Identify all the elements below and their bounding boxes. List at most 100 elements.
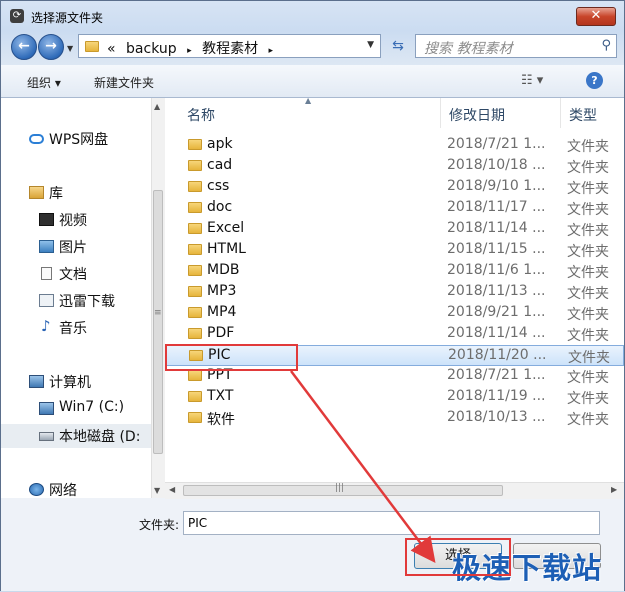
column-header-type[interactable]: 类型 — [561, 98, 624, 128]
library-icon — [29, 186, 44, 199]
file-row[interactable]: MP4 2018/9/21 1... 文件夹 — [165, 303, 624, 324]
file-row[interactable]: TXT 2018/11/19 ... 文件夹 — [165, 387, 624, 408]
file-row[interactable]: doc 2018/11/17 ... 文件夹 — [165, 198, 624, 219]
folder-icon — [188, 160, 202, 171]
breadcrumb-backup[interactable]: backup — [126, 41, 177, 57]
file-name: css — [207, 178, 230, 194]
scrollbar-thumb[interactable] — [153, 190, 163, 454]
file-modified-date: 2018/11/20 ... — [448, 347, 547, 363]
file-type: 文件夹 — [568, 350, 610, 366]
breadcrumb-overflow[interactable]: « — [107, 41, 116, 57]
column-header-name[interactable]: 名称 ▲ — [165, 96, 441, 128]
file-type: 文件夹 — [567, 286, 609, 302]
file-type: 文件夹 — [567, 370, 609, 386]
view-options-icon[interactable]: ☷ ▾ — [521, 73, 543, 88]
file-modified-date: 2018/11/17 ... — [447, 199, 546, 215]
breadcrumb-separator[interactable]: ▸ — [187, 46, 192, 56]
back-arrow-icon[interactable]: ← — [11, 34, 37, 60]
network-icon — [29, 483, 44, 496]
folder-icon — [188, 223, 202, 234]
file-name: PDF — [207, 325, 235, 341]
title-bar: ⟳ 选择源文件夹 ✕ — [1, 1, 624, 31]
navigation-pane: WPS网盘 库 视频 图片 文档 迅雷下载 ♪ 音乐 计算机 Win7 (C:)… — [1, 98, 151, 499]
sidebar-item-label: 文档 — [59, 267, 87, 283]
help-icon[interactable]: ? — [586, 72, 603, 89]
scroll-right-icon[interactable]: ▶ — [611, 485, 617, 494]
scroll-down-icon[interactable]: ▼ — [154, 486, 160, 495]
new-folder-button[interactable]: 新建文件夹 — [94, 74, 154, 91]
sidebar-item-label: 库 — [49, 186, 63, 202]
sidebar-item-video[interactable]: 视频 — [1, 208, 151, 232]
file-type: 文件夹 — [567, 244, 609, 260]
search-input[interactable]: 搜索 教程素材 ⚲ — [415, 34, 617, 58]
file-row[interactable]: MDB 2018/11/6 1... 文件夹 — [165, 261, 624, 282]
file-modified-date: 2018/10/13 ... — [447, 409, 546, 425]
file-name: MP3 — [207, 283, 237, 299]
file-type: 文件夹 — [567, 265, 609, 281]
sidebar-scrollbar[interactable]: ▲ ≡ ▼ — [151, 98, 165, 498]
music-note-icon: ♪ — [41, 317, 51, 335]
system-drive-icon — [39, 402, 54, 415]
column-header-label: 类型 — [569, 108, 597, 124]
file-row[interactable]: Excel 2018/11/14 ... 文件夹 — [165, 219, 624, 240]
search-icon[interactable]: ⚲ — [601, 38, 611, 53]
file-modified-date: 2018/7/21 1... — [447, 367, 546, 383]
organize-button[interactable]: 组织 ▾ — [27, 74, 61, 91]
folder-name-field[interactable]: PIC — [183, 511, 600, 535]
file-name: doc — [207, 199, 233, 215]
refresh-icon[interactable]: ⇆ — [385, 34, 411, 58]
download-folder-icon — [39, 294, 54, 307]
sidebar-item-thunder-downloads[interactable]: 迅雷下载 — [1, 289, 151, 313]
file-type: 文件夹 — [567, 181, 609, 197]
file-row[interactable]: 软件 2018/10/13 ... 文件夹 — [165, 408, 624, 429]
file-type: 文件夹 — [567, 412, 609, 428]
sidebar-item-wps-cloud[interactable]: WPS网盘 — [1, 127, 151, 151]
file-row[interactable]: PDF 2018/11/14 ... 文件夹 — [165, 324, 624, 345]
file-row[interactable]: HTML 2018/11/15 ... 文件夹 — [165, 240, 624, 261]
app-icon: ⟳ — [10, 9, 24, 23]
highlight-box-select — [405, 538, 511, 576]
file-modified-date: 2018/11/19 ... — [447, 388, 546, 404]
file-row[interactable]: apk 2018/7/21 1... 文件夹 — [165, 135, 624, 156]
column-header-date[interactable]: 修改日期 — [441, 98, 561, 128]
document-icon — [41, 267, 52, 280]
file-list-scrollbar[interactable]: ◀ ||| ▶ — [165, 482, 624, 499]
hard-drive-icon — [39, 432, 54, 441]
sidebar-item-pictures[interactable]: 图片 — [1, 235, 151, 259]
file-type: 文件夹 — [567, 223, 609, 239]
recent-pages-dropdown-icon[interactable]: ▼ — [67, 44, 73, 53]
close-button[interactable]: ✕ — [576, 7, 616, 26]
sidebar-item-label: WPS网盘 — [49, 132, 109, 148]
sidebar-item-library[interactable]: 库 — [1, 181, 151, 205]
scroll-left-icon[interactable]: ◀ — [169, 485, 175, 494]
sidebar-item-label: 视频 — [59, 213, 87, 229]
sidebar-item-music[interactable]: ♪ 音乐 — [1, 316, 151, 340]
sidebar-item-documents[interactable]: 文档 — [1, 262, 151, 286]
breadcrumb-separator[interactable]: ▸ — [269, 46, 274, 56]
file-type: 文件夹 — [567, 391, 609, 407]
sidebar-item-label: 迅雷下载 — [59, 294, 115, 310]
file-row[interactable]: css 2018/9/10 1... 文件夹 — [165, 177, 624, 198]
address-bar[interactable]: « backup ▸ 教程素材 ▸ ▼ — [78, 34, 381, 58]
sidebar-item-computer[interactable]: 计算机 — [1, 370, 151, 394]
file-row[interactable]: cad 2018/10/18 ... 文件夹 — [165, 156, 624, 177]
chevron-down-icon[interactable]: ▼ — [367, 40, 374, 50]
sidebar-item-drive-d[interactable]: 本地磁盘 (D: — [1, 424, 151, 448]
folder-field-label: 文件夹: — [139, 518, 180, 532]
file-row[interactable]: MP3 2018/11/13 ... 文件夹 — [165, 282, 624, 303]
folder-icon — [188, 370, 202, 381]
breadcrumb-current[interactable]: 教程素材 — [202, 41, 258, 57]
sidebar-item-label: 计算机 — [49, 375, 91, 391]
file-modified-date: 2018/11/14 ... — [447, 325, 546, 341]
column-header-label: 修改日期 — [449, 108, 505, 124]
breadcrumb[interactable]: « backup ▸ 教程素材 ▸ — [107, 38, 279, 58]
file-modified-date: 2018/11/6 1... — [447, 262, 546, 278]
file-modified-date: 2018/11/13 ... — [447, 283, 546, 299]
sidebar-item-drive-c[interactable]: Win7 (C:) — [1, 397, 151, 421]
highlight-box-pic — [165, 344, 298, 371]
folder-icon — [85, 41, 99, 52]
forward-arrow-icon[interactable]: → — [38, 34, 64, 60]
folder-icon — [188, 244, 202, 255]
window-title: 选择源文件夹 — [31, 11, 104, 25]
scroll-up-icon[interactable]: ▲ — [154, 102, 160, 111]
